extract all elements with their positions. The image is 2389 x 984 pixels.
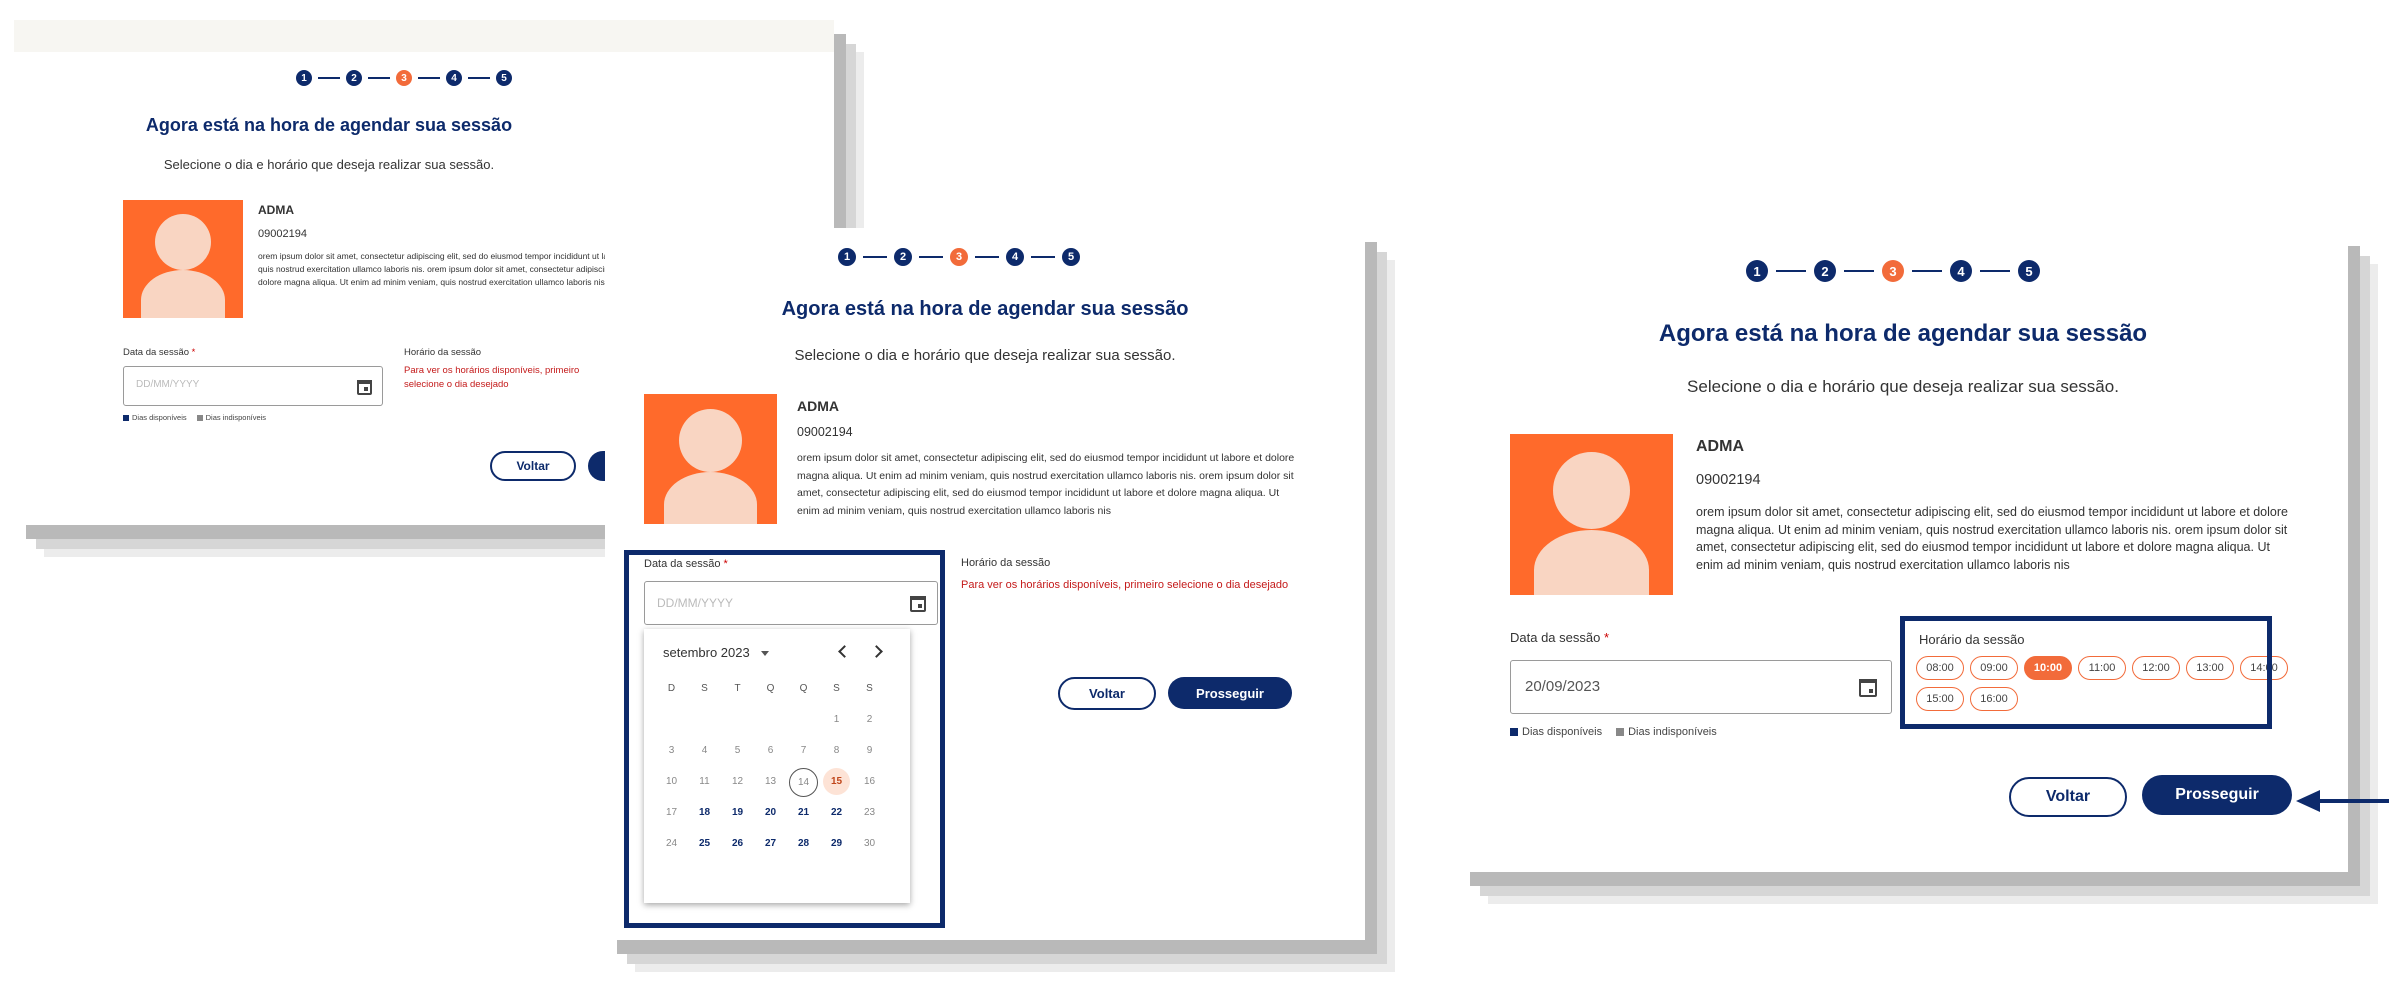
required-mark: * xyxy=(1603,630,1610,645)
calendar-icon[interactable] xyxy=(1859,679,1877,697)
step-4: 4 xyxy=(1006,248,1024,266)
step-2: 2 xyxy=(346,70,362,86)
avatar xyxy=(644,394,777,524)
avatar-body xyxy=(664,472,757,524)
date-input[interactable]: 20/09/2023 xyxy=(1510,660,1892,714)
page-title: Agora está na hora de agendar sua sessão xyxy=(781,298,1189,320)
time-hint: Para ver os horários disponíveis, primei… xyxy=(961,579,1289,591)
pointer-arrow-icon xyxy=(2296,790,2389,812)
back-button[interactable]: Voltar xyxy=(1058,677,1156,710)
legend: Dias disponíveis Dias indisponíveis xyxy=(1510,726,1717,738)
date-input[interactable]: DD/MM/YYYY xyxy=(123,366,383,406)
calendar-icon[interactable] xyxy=(357,380,372,395)
step-1: 1 xyxy=(1746,260,1768,282)
step-5: 5 xyxy=(2018,260,2040,282)
step-1: 1 xyxy=(296,70,312,86)
date-label: Data da sessão * xyxy=(1510,630,1609,645)
step-4: 4 xyxy=(446,70,462,86)
step-divider xyxy=(1844,270,1874,272)
legend-available: Dias disponíveis xyxy=(1522,726,1603,738)
step-divider xyxy=(1776,270,1806,272)
profile-name: ADMA xyxy=(1696,438,1744,455)
profile-name: ADMA xyxy=(258,203,294,217)
time-label: Horário da sessão xyxy=(961,557,1051,569)
avatar xyxy=(123,200,243,318)
avatar-body xyxy=(1534,530,1649,595)
step-5: 5 xyxy=(1062,248,1080,266)
profile-code: 09002194 xyxy=(258,228,307,240)
available-swatch xyxy=(1510,728,1518,736)
step-divider xyxy=(468,77,490,79)
step-divider xyxy=(318,77,340,79)
step-divider xyxy=(368,77,390,79)
step-1: 1 xyxy=(838,248,856,266)
profile-description: orem ipsum dolor sit amet, consectetur a… xyxy=(797,452,1295,517)
step-3: 3 xyxy=(950,248,968,266)
back-button[interactable]: Voltar xyxy=(2009,777,2127,817)
legend-unavailable: Dias indisponíveis xyxy=(1628,726,1717,738)
legend-unavailable: Dias indisponíveis xyxy=(205,413,267,422)
profile-code: 09002194 xyxy=(797,425,853,439)
date-label-text: Data da sessão xyxy=(123,347,190,358)
step-divider xyxy=(975,256,999,258)
step-divider xyxy=(1980,270,2010,272)
back-button[interactable]: Voltar xyxy=(490,451,576,481)
avatar xyxy=(1510,434,1673,595)
stepper: 1 2 3 4 5 xyxy=(838,248,1080,266)
date-label-text: Data da sessão xyxy=(1510,630,1601,645)
profile-description: orem ipsum dolor sit amet, consectetur a… xyxy=(1696,505,2288,572)
next-button[interactable]: Prosseguir xyxy=(2142,775,2292,815)
highlight-frame xyxy=(1900,616,2272,729)
date-input-value: 20/09/2023 xyxy=(1525,678,1601,695)
screen-3: 1 2 3 4 5 Agora está na hora de agendar … xyxy=(1458,232,2348,872)
step-divider xyxy=(863,256,887,258)
date-input-placeholder: DD/MM/YYYY xyxy=(136,379,200,390)
profile-code: 09002194 xyxy=(1696,472,1761,488)
available-swatch xyxy=(123,414,129,421)
step-3: 3 xyxy=(1882,260,1904,282)
profile-name: ADMA xyxy=(797,398,839,414)
screen-2: 1 2 3 4 5 Agora está na hora de agendar … xyxy=(605,228,1365,940)
step-divider xyxy=(919,256,943,258)
step-5: 5 xyxy=(496,70,512,86)
unavailable-swatch xyxy=(1616,728,1625,736)
legend: Dias disponíveis Dias indisponíveis xyxy=(123,413,266,422)
required-mark: * xyxy=(191,347,196,358)
step-3: 3 xyxy=(396,70,412,86)
time-hint: Para ver os horários disponíveis, primei… xyxy=(404,365,580,390)
step-2: 2 xyxy=(894,248,912,266)
avatar-body xyxy=(141,270,225,318)
avatar-head xyxy=(1553,452,1630,529)
avatar-head xyxy=(155,214,211,270)
step-divider xyxy=(1031,256,1055,258)
step-divider xyxy=(1912,270,1942,272)
unavailable-swatch xyxy=(196,414,203,421)
top-bar xyxy=(14,20,834,52)
next-button[interactable]: Prosseguir xyxy=(1168,677,1292,709)
page-subtitle: Selecione o dia e horário que deseja rea… xyxy=(163,157,495,172)
date-label: Data da sessão * xyxy=(123,347,195,358)
step-2: 2 xyxy=(1814,260,1836,282)
page-title: Agora está na hora de agendar sua sessão xyxy=(145,115,513,135)
stepper: 1 2 3 4 5 xyxy=(1746,260,2040,282)
time-label: Horário da sessão xyxy=(404,347,482,358)
page-subtitle: Selecione o dia e horário que deseja rea… xyxy=(794,347,1176,364)
step-4: 4 xyxy=(1950,260,1972,282)
page-subtitle: Selecione o dia e horário que deseja rea… xyxy=(1687,377,2119,396)
avatar-head xyxy=(679,409,742,472)
stepper: 1 2 3 4 5 xyxy=(296,70,512,86)
page-title: Agora está na hora de agendar sua sessão xyxy=(1658,320,2148,347)
step-divider xyxy=(418,77,440,79)
legend-available: Dias disponíveis xyxy=(132,413,187,422)
highlight-frame xyxy=(624,550,945,928)
